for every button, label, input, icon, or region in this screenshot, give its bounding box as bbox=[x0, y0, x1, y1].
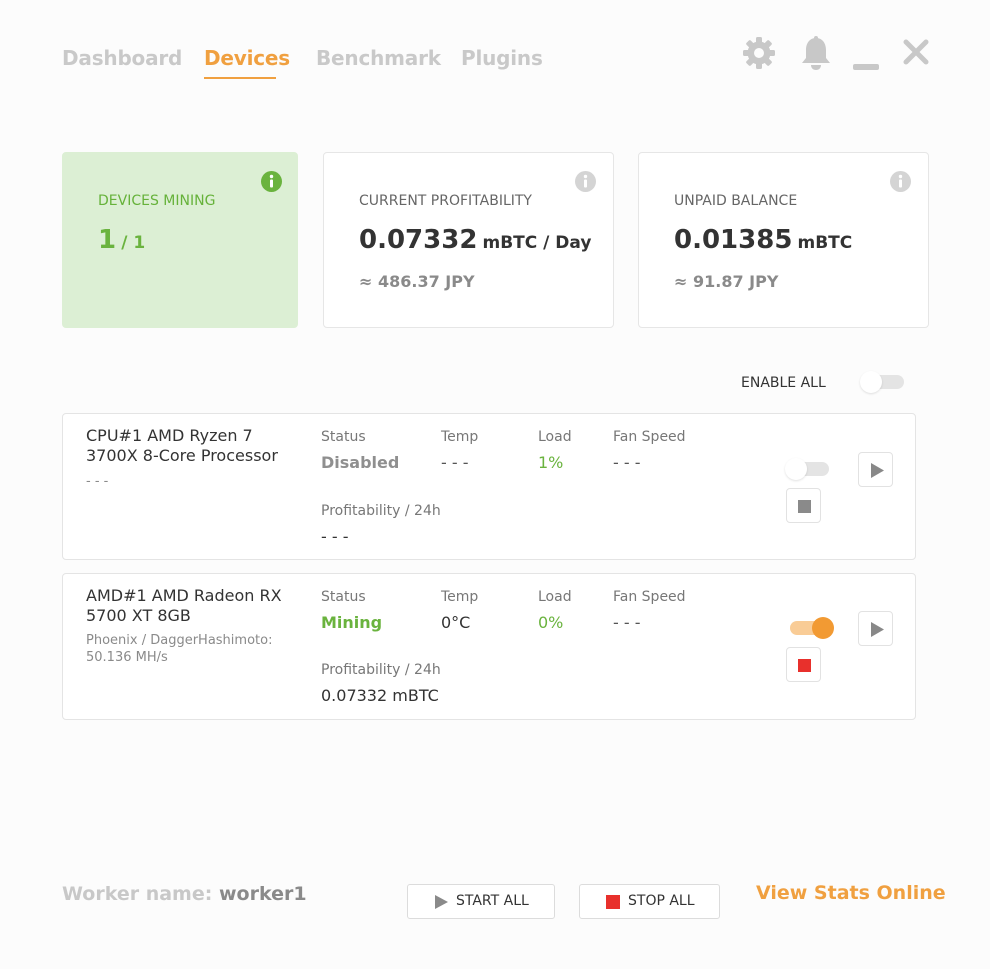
active-tab-underline bbox=[204, 77, 276, 79]
balance-label: UNPAID BALANCE bbox=[674, 193, 798, 209]
close-icon[interactable] bbox=[903, 39, 929, 69]
enable-all-label: ENABLE ALL bbox=[741, 375, 826, 391]
profitability-unit: mBTC / Day bbox=[482, 233, 592, 253]
tab-devices[interactable]: Devices bbox=[204, 46, 290, 70]
start-all-label: START ALL bbox=[456, 893, 529, 909]
device-algorithm: - - - bbox=[86, 474, 109, 489]
device-row-cpu: CPU#1 AMD Ryzen 7 3700X 8-Core Processor… bbox=[62, 413, 916, 560]
device-name: CPU#1 AMD Ryzen 7 3700X 8-Core Processor bbox=[86, 426, 278, 465]
tab-plugins[interactable]: Plugins bbox=[461, 46, 543, 70]
device-enable-toggle[interactable] bbox=[788, 617, 834, 639]
fan-speed-label: Fan Speed bbox=[613, 429, 686, 445]
stop-icon bbox=[606, 895, 620, 909]
stop-icon bbox=[798, 659, 811, 672]
stop-all-label: STOP ALL bbox=[628, 893, 695, 909]
device-name: AMD#1 AMD Radeon RX 5700 XT 8GB bbox=[86, 586, 282, 625]
profitability-card: CURRENT PROFITABILITY 0.07332 mBTC / Day… bbox=[323, 152, 614, 328]
info-icon[interactable] bbox=[261, 171, 282, 192]
balance-number: 0.01385 bbox=[674, 225, 793, 255]
status-label: Status bbox=[321, 429, 366, 445]
tab-dashboard[interactable]: Dashboard bbox=[62, 46, 182, 70]
profitability-24h-label: Profitability / 24h bbox=[321, 662, 441, 678]
devices-mining-total: / 1 bbox=[121, 233, 146, 253]
toggle-knob bbox=[860, 371, 882, 393]
devices-mining-count: 1 bbox=[98, 225, 117, 255]
profitability-number: 0.07332 bbox=[359, 225, 478, 255]
stop-icon bbox=[798, 500, 811, 513]
device-enable-toggle[interactable] bbox=[785, 458, 831, 480]
fan-speed-value: - - - bbox=[613, 613, 641, 632]
devices-mining-card: DEVICES MINING 1 / 1 bbox=[62, 152, 298, 328]
play-icon bbox=[871, 622, 884, 637]
fan-speed-label: Fan Speed bbox=[613, 589, 686, 605]
balance-value: 0.01385 mBTC bbox=[674, 225, 852, 255]
temp-label: Temp bbox=[441, 429, 479, 445]
info-icon[interactable] bbox=[890, 171, 911, 192]
toggle-knob bbox=[812, 617, 834, 639]
view-stats-online-link[interactable]: View Stats Online bbox=[756, 882, 946, 904]
profitability-24h-value: 0.07332 mBTC bbox=[321, 686, 439, 705]
gear-icon[interactable] bbox=[742, 36, 776, 74]
device-stop-button[interactable] bbox=[786, 647, 821, 682]
toggle-knob bbox=[785, 458, 807, 480]
status-value: Disabled bbox=[321, 453, 400, 472]
load-value: 0% bbox=[538, 613, 564, 632]
device-start-button[interactable] bbox=[858, 452, 893, 487]
bell-icon[interactable] bbox=[800, 36, 832, 74]
device-stop-button[interactable] bbox=[786, 488, 821, 523]
profitability-label: CURRENT PROFITABILITY bbox=[359, 193, 532, 209]
load-label: Load bbox=[538, 429, 572, 445]
info-icon[interactable] bbox=[575, 171, 596, 192]
worker-name-label: Worker name: bbox=[62, 883, 213, 905]
device-start-button[interactable] bbox=[858, 611, 893, 646]
status-value: Mining bbox=[321, 613, 383, 632]
tab-benchmark[interactable]: Benchmark bbox=[316, 46, 441, 70]
balance-fiat: ≈ 91.87 JPY bbox=[674, 272, 779, 291]
worker-name: Worker name: worker1 bbox=[62, 883, 307, 905]
device-row-gpu: AMD#1 AMD Radeon RX 5700 XT 8GB Phoenix … bbox=[62, 573, 916, 720]
profitability-24h-value: - - - bbox=[321, 527, 349, 546]
temp-value: - - - bbox=[441, 453, 469, 472]
load-value: 1% bbox=[538, 453, 564, 472]
worker-name-value: worker1 bbox=[218, 883, 307, 905]
devices-mining-label: DEVICES MINING bbox=[98, 193, 216, 209]
temp-label: Temp bbox=[441, 589, 479, 605]
fan-speed-value: - - - bbox=[613, 453, 641, 472]
profitability-24h-label: Profitability / 24h bbox=[321, 503, 441, 519]
profitability-value: 0.07332 mBTC / Day bbox=[359, 225, 591, 255]
play-icon bbox=[435, 895, 448, 909]
play-icon bbox=[871, 463, 884, 478]
enable-all-toggle[interactable] bbox=[860, 371, 906, 393]
balance-unit: mBTC bbox=[797, 233, 853, 253]
load-label: Load bbox=[538, 589, 572, 605]
minimize-icon[interactable] bbox=[853, 56, 879, 75]
status-label: Status bbox=[321, 589, 366, 605]
profitability-fiat: ≈ 486.37 JPY bbox=[359, 272, 475, 291]
stop-all-button[interactable]: STOP ALL bbox=[579, 884, 720, 919]
device-algorithm: Phoenix / DaggerHashimoto: 50.136 MH/s bbox=[86, 633, 273, 665]
devices-mining-value: 1 / 1 bbox=[98, 225, 145, 255]
temp-value: 0°C bbox=[441, 613, 471, 632]
balance-card: UNPAID BALANCE 0.01385 mBTC ≈ 91.87 JPY bbox=[638, 152, 929, 328]
start-all-button[interactable]: START ALL bbox=[407, 884, 555, 919]
